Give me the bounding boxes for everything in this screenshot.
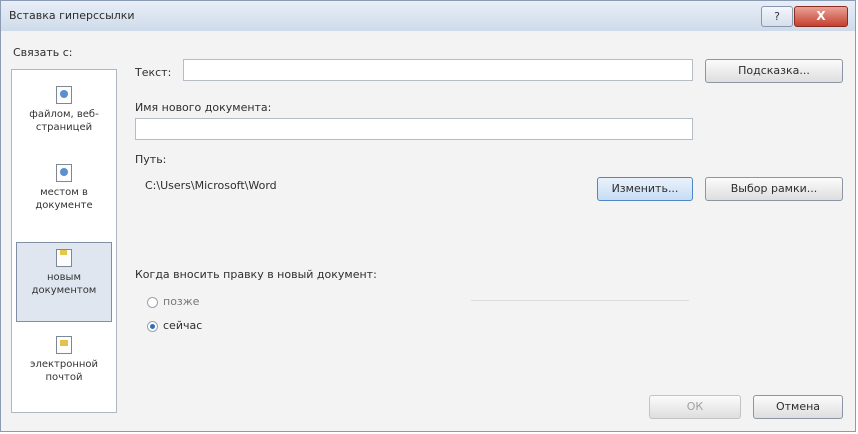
dialog-body: Связать с: файлом, веб- страницей местом… [1, 31, 855, 431]
nav-item-email[interactable]: электронной почтой [16, 330, 112, 408]
text-label: Текст: [135, 66, 172, 79]
insert-hyperlink-dialog: Вставка гиперссылки ? X Связать с: файло… [0, 0, 856, 432]
title-bar[interactable]: Вставка гиперссылки ? X [1, 1, 855, 31]
text-input[interactable] [183, 59, 693, 81]
nav-item-label: почтой [45, 372, 83, 383]
new-document-name-label: Имя нового документа: [135, 101, 272, 114]
file-web-icon [56, 86, 72, 104]
nav-item-label: электронной [29, 359, 99, 370]
nav-item-label: документе [35, 200, 93, 211]
place-in-document-icon [56, 164, 72, 182]
ok-button[interactable]: ОК [649, 395, 741, 419]
nav-item-label: документом [31, 285, 97, 296]
nav-item-label: новым [47, 272, 81, 283]
new-document-name-input[interactable] [135, 118, 693, 140]
now-radio-label[interactable]: сейчас [163, 319, 202, 332]
later-radio-label[interactable]: позже [163, 295, 199, 308]
path-label: Путь: [135, 153, 167, 166]
nav-item-label: файлом, веб- [29, 109, 99, 120]
link-to-sidebar: файлом, веб- страницей местом в документ… [11, 69, 117, 413]
email-icon [56, 336, 72, 354]
when-to-edit-label: Когда вносить правку в новый документ: [135, 268, 377, 281]
path-value: C:\Users\Microsoft\Word [145, 179, 277, 192]
hint-button[interactable]: Подсказка... [705, 59, 843, 83]
change-button[interactable]: Изменить... [597, 177, 693, 201]
new-document-icon [56, 249, 72, 267]
dialog-title: Вставка гиперссылки [9, 9, 135, 22]
nav-item-file-web-page[interactable]: файлом, веб- страницей [16, 80, 112, 152]
close-button[interactable]: X [794, 6, 848, 27]
later-radio[interactable] [147, 297, 158, 308]
link-to-label: Связать с: [13, 46, 73, 59]
nav-item-new-document[interactable]: новым документом [16, 242, 112, 322]
nav-item-place-in-document[interactable]: местом в документе [16, 158, 112, 236]
nav-item-label: страницей [35, 122, 93, 133]
nav-item-label: местом в [40, 187, 88, 198]
divider [471, 300, 689, 301]
frame-select-button[interactable]: Выбор рамки... [705, 177, 843, 201]
cancel-button[interactable]: Отмена [753, 395, 843, 419]
help-button[interactable]: ? [761, 6, 793, 27]
now-radio[interactable] [147, 321, 158, 332]
